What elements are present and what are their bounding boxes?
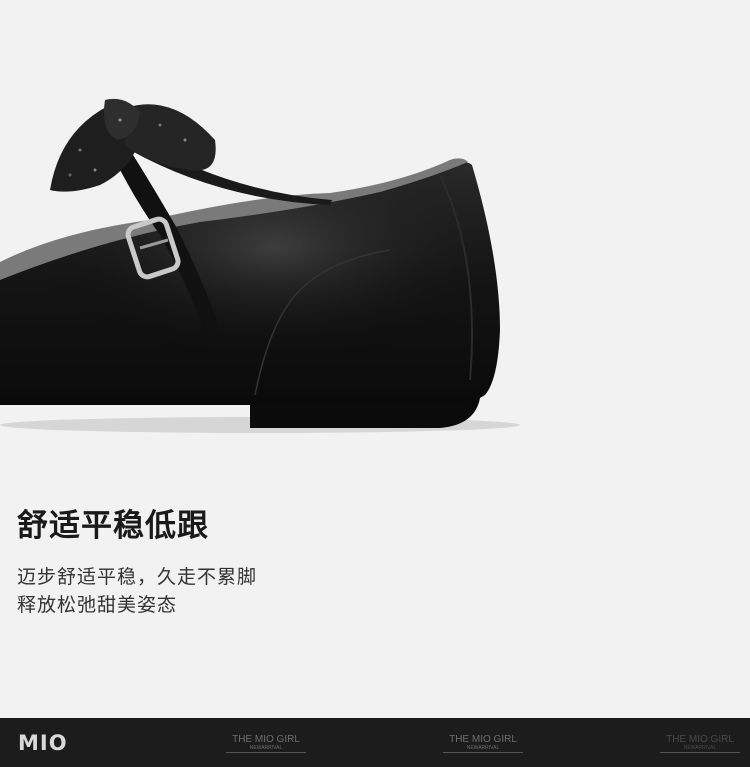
headline: 舒适平稳低跟 bbox=[17, 508, 209, 544]
description-line-1: 迈步舒适平稳，久走不累脚 bbox=[17, 566, 258, 588]
description-line-2: 释放松弛甜美姿态 bbox=[17, 594, 178, 616]
footer-tag-title: THE MIO GIRL bbox=[666, 734, 734, 745]
footer-tag-subtitle: NEWARRIVAL bbox=[660, 745, 740, 753]
footer-tag-subtitle: NEWARRIVAL bbox=[226, 745, 306, 753]
footer-tag-3: THE MIO GIRL NEWARRIVAL bbox=[660, 735, 740, 753]
description: 迈步舒适平稳，久走不累脚 释放松弛甜美姿态 bbox=[17, 563, 257, 619]
footer-tag-title: THE MIO GIRL bbox=[449, 734, 517, 745]
shoe-illustration bbox=[0, 0, 750, 470]
footer-tag-title: THE MIO GIRL bbox=[232, 734, 300, 745]
product-photo bbox=[0, 0, 750, 470]
footer-tag-subtitle: NEWARRIVAL bbox=[443, 745, 523, 753]
brand-logo: MIO bbox=[18, 731, 68, 755]
footer-tag-2: THE MIO GIRL NEWARRIVAL bbox=[443, 735, 523, 753]
footer-tag-1: THE MIO GIRL NEWARRIVAL bbox=[226, 735, 306, 753]
footer-bar: MIO THE MIO GIRL NEWARRIVAL THE MIO GIRL… bbox=[0, 718, 750, 767]
